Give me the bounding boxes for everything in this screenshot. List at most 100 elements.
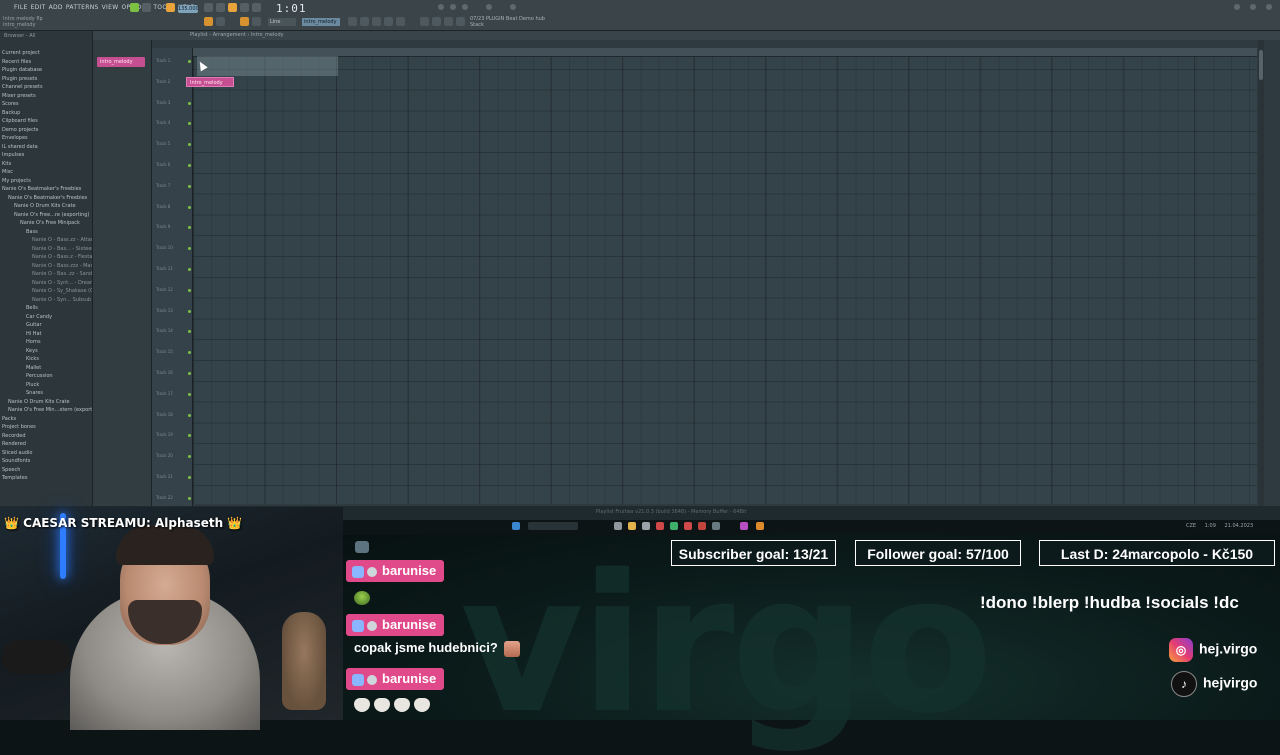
browser-item[interactable]: Nanie O - Sy_Shakase (C) bbox=[2, 287, 92, 296]
browser-item[interactable]: Speech bbox=[2, 466, 92, 475]
menu-item-add[interactable]: ADD bbox=[49, 4, 63, 11]
browser-item[interactable]: Horns bbox=[2, 338, 92, 347]
file-explorer-icon[interactable] bbox=[628, 522, 636, 530]
browser-item[interactable]: Rendered bbox=[2, 440, 92, 449]
tool-icon[interactable] bbox=[252, 17, 261, 26]
piano-roll-icon[interactable] bbox=[360, 17, 369, 26]
browser-item[interactable]: Mallet bbox=[2, 364, 92, 373]
browser-item[interactable]: Percussion bbox=[2, 372, 92, 381]
browser-item[interactable]: Bass bbox=[2, 228, 92, 237]
track-mute-led[interactable] bbox=[188, 122, 191, 126]
time-selection[interactable] bbox=[197, 56, 338, 76]
close-icon[interactable] bbox=[1266, 4, 1272, 10]
audio-editor-icon[interactable] bbox=[432, 17, 441, 26]
browser-item[interactable]: Nanie O - Synt... - Dream (C) bbox=[2, 279, 92, 288]
track-name[interactable]: Track 10 bbox=[156, 245, 173, 250]
timeline-ruler[interactable] bbox=[193, 48, 1257, 57]
track-mute-led[interactable] bbox=[188, 351, 191, 355]
vertical-scrollbar[interactable] bbox=[1258, 40, 1264, 506]
chrome-icon[interactable] bbox=[656, 522, 664, 530]
plugin-news[interactable]: 07/23 PLUGIN Beat Demo hub Stack bbox=[470, 16, 545, 28]
menu-item-edit[interactable]: EDIT bbox=[31, 4, 46, 11]
browser-item[interactable]: Plugin database bbox=[2, 66, 92, 75]
step-edit-button[interactable] bbox=[252, 3, 261, 12]
browser-item[interactable]: Guitar bbox=[2, 321, 92, 330]
browser-item[interactable]: Scores bbox=[2, 100, 92, 109]
browser-item[interactable]: Clipboard files bbox=[2, 117, 92, 126]
track-name[interactable]: Track 17 bbox=[156, 391, 173, 396]
menu-item-view[interactable]: VIEW bbox=[102, 4, 119, 11]
track-mute-led[interactable] bbox=[188, 330, 191, 334]
playlist-window-icon[interactable] bbox=[348, 17, 357, 26]
browser-item[interactable]: Impulses bbox=[2, 151, 92, 160]
track-mute-led[interactable] bbox=[188, 288, 191, 292]
browser-item[interactable]: Nanie O - Bas..zz - Sand (C) bbox=[2, 270, 92, 279]
metronome-button[interactable] bbox=[204, 3, 213, 12]
browser-item[interactable]: Nanie O - Bass.z - Fiesta (C) bbox=[2, 253, 92, 262]
fl-studio-icon[interactable] bbox=[756, 522, 764, 530]
track-name[interactable]: Track 6 bbox=[156, 162, 170, 167]
discord-icon[interactable] bbox=[712, 522, 720, 530]
tempo-tapper-icon[interactable] bbox=[444, 17, 453, 26]
browser-item[interactable]: Nanie O - Syn... Subsub (C) bbox=[2, 296, 92, 305]
pattern-mode-button[interactable] bbox=[204, 17, 213, 26]
track-mute-led[interactable] bbox=[188, 309, 191, 313]
track-name[interactable]: Track 22 bbox=[156, 495, 173, 500]
browser-item[interactable]: Pluck bbox=[2, 381, 92, 390]
track-mute-led[interactable] bbox=[188, 164, 191, 167]
browser-item[interactable]: Demo projects bbox=[2, 126, 92, 135]
browser-item[interactable]: Project bones bbox=[2, 423, 92, 432]
loop-record-button[interactable] bbox=[240, 3, 249, 12]
snap-select[interactable]: Line bbox=[268, 18, 296, 26]
track-name[interactable]: Track 14 bbox=[156, 328, 173, 333]
track-name[interactable]: Track 5 bbox=[156, 141, 170, 146]
spotify-icon[interactable] bbox=[670, 522, 678, 530]
countdown-button[interactable] bbox=[228, 3, 237, 12]
browser-item[interactable]: Recorded bbox=[2, 432, 92, 441]
track-name[interactable]: Track 15 bbox=[156, 349, 173, 354]
stop-button[interactable] bbox=[142, 3, 151, 12]
track-name[interactable]: Track 7 bbox=[156, 183, 170, 188]
track-name[interactable]: Track 21 bbox=[156, 474, 173, 479]
track-name[interactable]: Track 9 bbox=[156, 224, 170, 229]
play-button[interactable] bbox=[130, 3, 139, 12]
track-mute-led[interactable] bbox=[188, 434, 191, 438]
task-view-icon[interactable] bbox=[614, 522, 622, 530]
menu-item-patterns[interactable]: PATTERNS bbox=[66, 4, 99, 11]
clock-time[interactable]: 1:09 bbox=[1205, 523, 1216, 529]
track-mute-led[interactable] bbox=[188, 60, 191, 63]
browser-item[interactable]: Nanie O's Free Minipack bbox=[2, 219, 92, 228]
track-name[interactable]: Track 13 bbox=[156, 308, 173, 313]
mixer-icon[interactable] bbox=[384, 17, 393, 26]
track-mute-led[interactable] bbox=[188, 143, 191, 147]
channel-rack-icon[interactable] bbox=[372, 17, 381, 26]
clock-date[interactable]: 21.04.2023 bbox=[1225, 523, 1254, 529]
track-mute-led[interactable] bbox=[188, 413, 191, 417]
browser-item[interactable]: Soundfonts bbox=[2, 457, 92, 466]
track-mute-led[interactable] bbox=[188, 101, 191, 105]
track-name[interactable]: Track 19 bbox=[156, 432, 173, 437]
track-mute-led[interactable] bbox=[188, 455, 191, 459]
browser-item[interactable]: Nanie O's Beatmaker's Freebies bbox=[2, 194, 92, 203]
cpu-meter-icon[interactable] bbox=[456, 17, 465, 26]
browser-item[interactable]: My projects bbox=[2, 177, 92, 186]
browser-item[interactable]: Snares bbox=[2, 389, 92, 398]
tempo-display[interactable]: 135.000 bbox=[178, 5, 199, 13]
browser-item[interactable]: Nanie O's Beatmaker's Freebies bbox=[2, 185, 92, 194]
browser-item[interactable]: Backup bbox=[2, 109, 92, 118]
track-name[interactable]: Track 12 bbox=[156, 287, 173, 292]
browser-item[interactable]: Sliced audio bbox=[2, 449, 92, 458]
track-mute-led[interactable] bbox=[188, 184, 191, 188]
pattern-clip[interactable]: Intro_melody bbox=[186, 77, 234, 87]
browser-item[interactable]: Car Candy bbox=[2, 313, 92, 322]
track-name[interactable]: Track 4 bbox=[156, 120, 170, 125]
browser-item[interactable]: Envelopes bbox=[2, 134, 92, 143]
track-mute-led[interactable] bbox=[188, 372, 191, 375]
obs-icon[interactable] bbox=[698, 522, 706, 530]
track-name[interactable]: Track 3 bbox=[156, 100, 170, 105]
track-mute-led[interactable] bbox=[188, 247, 191, 251]
scrollbar-thumb[interactable] bbox=[1259, 50, 1263, 80]
minimize-icon[interactable] bbox=[1234, 4, 1240, 10]
song-mode-button[interactable] bbox=[216, 17, 225, 26]
store-icon[interactable] bbox=[642, 522, 650, 530]
